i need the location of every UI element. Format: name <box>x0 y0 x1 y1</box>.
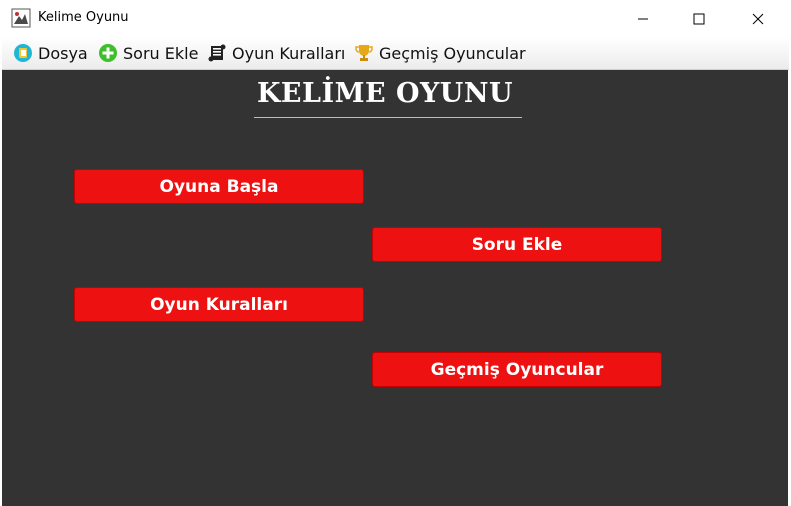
menu-oyun-kurallari[interactable]: Oyun Kuralları <box>207 41 345 65</box>
dosya-icon <box>13 43 33 63</box>
start-game-button[interactable]: Oyuna Başla <box>74 169 364 204</box>
window-title: Kelime Oyunu <box>38 10 129 25</box>
app-icon <box>11 8 31 28</box>
close-button[interactable] <box>735 0 781 37</box>
game-rules-button[interactable]: Oyun Kuralları <box>74 287 364 322</box>
title-underline <box>254 117 522 118</box>
menu-dosya[interactable]: Dosya <box>13 41 88 65</box>
menu-gecmis-oyuncular-label: Geçmiş Oyuncular <box>379 43 526 63</box>
title-bar[interactable]: Kelime Oyunu <box>0 0 791 37</box>
menu-dosya-label: Dosya <box>38 43 88 63</box>
menu-gecmis-oyuncular[interactable]: Geçmiş Oyuncular <box>354 41 526 65</box>
menu-soru-ekle[interactable]: Soru Ekle <box>98 41 198 65</box>
minimize-button[interactable] <box>620 0 666 37</box>
page-title: KELİME OYUNU <box>256 78 514 109</box>
menu-bar: Dosya Soru Ekle Oyun Kuralları Geçmiş Oy… <box>2 37 789 70</box>
menu-oyun-kurallari-label: Oyun Kuralları <box>232 43 346 63</box>
trophy-icon <box>354 43 374 63</box>
close-icon <box>752 13 764 24</box>
minimize-icon <box>638 18 648 19</box>
app-window: Kelime Oyunu Dosya Soru Ekle Oyun Kurall… <box>0 0 791 506</box>
maximize-icon <box>693 13 705 24</box>
add-question-button[interactable]: Soru Ekle <box>372 227 662 262</box>
scroll-icon <box>207 43 227 63</box>
add-icon <box>98 43 118 63</box>
maximize-button[interactable] <box>676 0 722 37</box>
past-players-button[interactable]: Geçmiş Oyuncular <box>372 352 662 387</box>
menu-soru-ekle-label: Soru Ekle <box>123 43 199 63</box>
